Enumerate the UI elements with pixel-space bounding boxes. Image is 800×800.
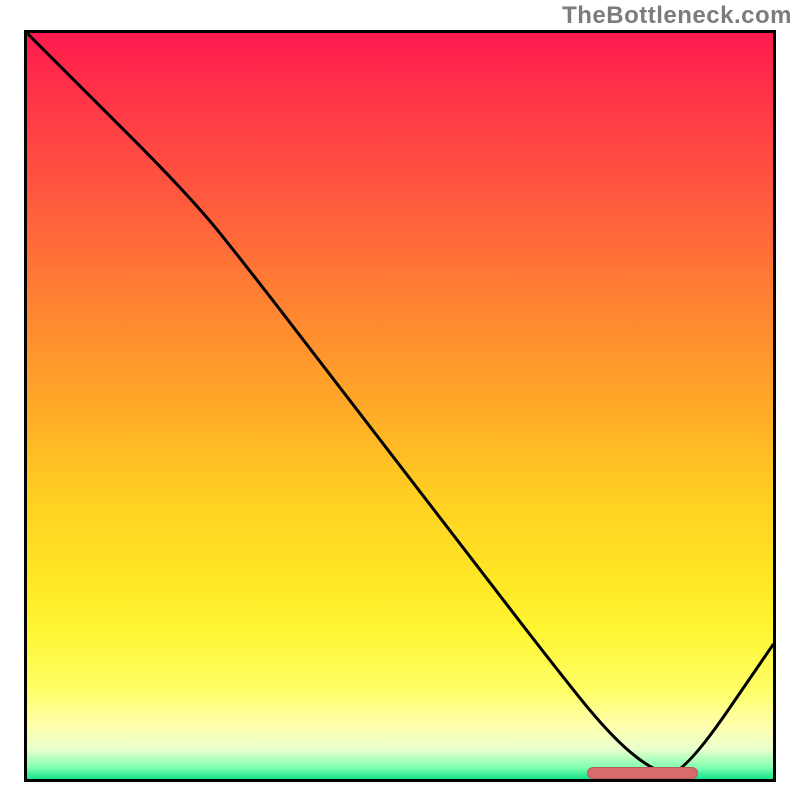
bottleneck-curve: [27, 33, 773, 779]
plot-area: [24, 30, 776, 782]
chart-canvas: TheBottleneck.com: [0, 0, 800, 800]
optimal-range-bar: [587, 767, 699, 779]
watermark-text: TheBottleneck.com: [562, 2, 792, 30]
